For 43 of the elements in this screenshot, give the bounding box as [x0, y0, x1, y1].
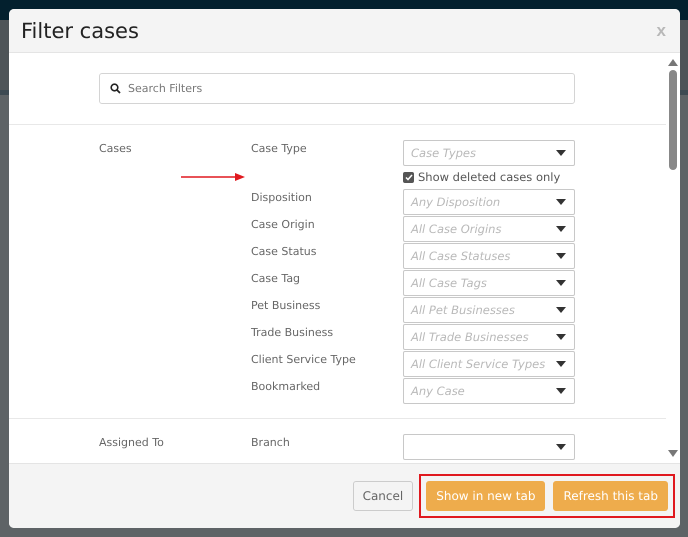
filter-dropdown[interactable]: All Pet Businesses — [403, 297, 575, 323]
filter-label: Bookmarked — [251, 379, 320, 393]
caret-icon — [556, 280, 566, 286]
scroll-down-icon[interactable] — [668, 450, 678, 457]
filter-dropdown[interactable]: All Case Statuses — [403, 243, 575, 269]
scroll-up-icon[interactable] — [668, 59, 678, 66]
caret-icon — [556, 150, 566, 156]
search-field[interactable]: Search Filters — [99, 73, 575, 104]
caret-icon — [556, 334, 566, 340]
checkbox[interactable] — [403, 172, 414, 182]
filter-label: Trade Business — [251, 325, 334, 339]
filter-dropdown[interactable]: Any Disposition — [403, 189, 575, 215]
caret-icon — [556, 361, 566, 367]
scrollbar-thumb[interactable] — [669, 70, 677, 170]
caret-icon — [556, 199, 566, 205]
action-button[interactable]: Show in new tab — [426, 481, 546, 511]
caret-icon — [556, 388, 566, 394]
caret-icon — [556, 226, 566, 232]
filter-label: Case Origin — [251, 217, 315, 231]
section-label: Assigned To — [99, 435, 164, 449]
section-label: Cases — [99, 141, 132, 155]
cancel-button[interactable]: Cancel — [352, 481, 414, 511]
filter-label: Client Service Type — [251, 352, 356, 366]
filter-dropdown[interactable]: All Trade Businesses — [403, 324, 575, 350]
search-icon — [110, 83, 121, 94]
filter-dropdown[interactable]: All Case Tags — [403, 270, 575, 296]
caret-icon — [556, 444, 566, 450]
filter-dropdown[interactable]: Case Types — [403, 140, 575, 166]
filter-label: Disposition — [251, 190, 312, 204]
filter-label: Case Type — [251, 141, 307, 155]
dialog-title: Filter cases — [21, 18, 139, 42]
filter-label: Branch — [251, 435, 290, 449]
filter-label: Case Status — [251, 244, 316, 258]
filter-dropdown[interactable]: All Case Origins — [403, 216, 575, 242]
filter-dropdown[interactable]: Any Case — [403, 378, 575, 404]
caret-icon — [556, 307, 566, 313]
filter-label: Case Tag — [251, 271, 300, 285]
filter-label: Pet Business — [251, 298, 320, 312]
action-button[interactable]: Refresh this tab — [553, 481, 668, 511]
close-button[interactable]: x — [656, 20, 666, 40]
caret-icon — [556, 253, 566, 259]
filter-dropdown[interactable]: All Client Service Types — [403, 351, 575, 377]
checkbox-label: Show deleted cases only — [418, 170, 560, 184]
